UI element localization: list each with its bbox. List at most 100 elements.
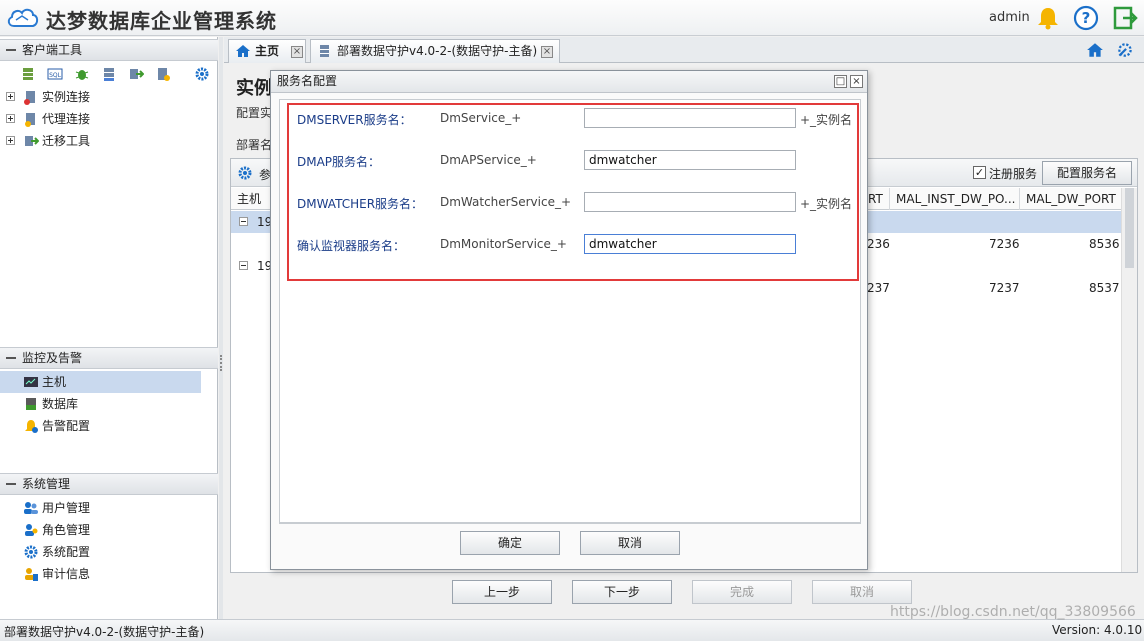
app-header: 达梦数据库企业管理系统 admin ? xyxy=(0,0,1144,36)
sql-icon[interactable]: SQL xyxy=(47,66,63,82)
tab-deploy-guard[interactable]: 部署数据守护v4.0-2-(数据守护-主备) × xyxy=(310,39,560,63)
close-icon[interactable]: × xyxy=(541,46,553,58)
home-icon xyxy=(236,45,250,57)
monitor-header[interactable]: 监控及告警 xyxy=(0,347,218,369)
expand-icon[interactable] xyxy=(6,136,15,145)
sidebar-item-label: 代理连接 xyxy=(42,112,91,126)
sidebar-item-agent-connect[interactable]: 代理连接 xyxy=(0,108,218,130)
column-host[interactable]: 主机 xyxy=(231,188,271,210)
instance-icon xyxy=(24,91,35,105)
sidebar-item-host[interactable]: 主机 xyxy=(0,371,201,393)
panel-splitter[interactable] xyxy=(219,37,223,619)
sidebar-item-label: 实例连接 xyxy=(42,90,91,104)
dmserver-service-input[interactable] xyxy=(584,108,796,128)
monitor-label: 确认监视器服务名： xyxy=(297,239,406,253)
home-icon[interactable] xyxy=(1086,41,1104,59)
next-step-button[interactable]: 下一步 xyxy=(572,580,672,604)
column-dw-port[interactable]: MAL_DW_PORT xyxy=(1019,188,1123,210)
database-icon xyxy=(26,398,36,410)
splitter-grip[interactable] xyxy=(220,355,222,371)
deploy-icon xyxy=(320,45,329,57)
dmserver-suffix: +_实例名 xyxy=(800,113,853,127)
column-inst-dw-port[interactable]: MAL_INST_DW_PO... xyxy=(889,188,1019,210)
collapse-icon[interactable] xyxy=(239,217,248,226)
maximize-icon[interactable]: □ xyxy=(834,75,847,88)
server-icon[interactable] xyxy=(101,66,117,82)
dmwatcher-service-input[interactable] xyxy=(584,192,796,212)
sidebar-item-instance-connect[interactable]: 实例连接 xyxy=(0,86,218,108)
collapse-icon[interactable] xyxy=(239,261,248,270)
version-label: Version: 4.0.10 xyxy=(1052,623,1143,637)
ok-button[interactable]: 确定 xyxy=(460,531,560,555)
tab-home[interactable]: 主页 × xyxy=(228,39,306,63)
client-tools-header[interactable]: 客户端工具 xyxy=(0,39,218,61)
collapse-icon[interactable] xyxy=(6,49,16,51)
db-tool-icon[interactable] xyxy=(155,66,171,82)
watermark: https://blog.csdn.net/qq_33809566 xyxy=(890,604,1136,620)
sidebar-item-migrate-tool[interactable]: 迁移工具 xyxy=(0,130,218,152)
user-name[interactable]: admin xyxy=(989,10,1030,25)
gear-icon xyxy=(24,545,38,559)
finish-button[interactable]: 完成 xyxy=(692,580,792,604)
cancel-button[interactable]: 取消 xyxy=(812,580,912,604)
sidebar-item-label: 主机 xyxy=(42,375,67,389)
dialog-cancel-button[interactable]: 取消 xyxy=(580,531,680,555)
alarm-icon xyxy=(25,420,38,433)
tab-label: 主页 xyxy=(255,44,280,58)
dmserver-label: DMSERVER服务名： xyxy=(297,113,412,127)
checkbox-checked-icon[interactable]: ✓ xyxy=(973,166,986,179)
scrollbar-thumb[interactable] xyxy=(1125,188,1134,268)
app-title: 达梦数据库企业管理系统 xyxy=(46,9,277,33)
gear-icon[interactable] xyxy=(194,66,210,82)
sidebar-item-alarm-config[interactable]: 告警配置 xyxy=(0,415,218,437)
system-title: 系统管理 xyxy=(22,477,71,491)
role-icon xyxy=(25,524,38,536)
sidebar-item-system-config[interactable]: 系统配置 xyxy=(0,541,218,563)
page-subtitle: 配置实 xyxy=(236,106,273,120)
bug-icon[interactable] xyxy=(74,66,90,82)
audit-icon xyxy=(25,568,38,581)
db-icon[interactable] xyxy=(20,66,36,82)
deploy-name-label: 部署名 xyxy=(236,138,273,152)
page-title: 实例 xyxy=(236,78,272,99)
sidebar-item-label: 迁移工具 xyxy=(42,134,91,148)
gear-icon xyxy=(238,166,252,180)
cell-rt: 237 xyxy=(867,281,890,295)
cloud-logo-icon xyxy=(7,8,39,27)
bell-icon[interactable] xyxy=(1035,5,1061,31)
monitor-service-input[interactable] xyxy=(584,234,796,254)
sidebar-item-user-mgmt[interactable]: 用户管理 xyxy=(0,497,218,519)
close-icon[interactable]: × xyxy=(291,46,303,58)
sidebar-item-role-mgmt[interactable]: 角色管理 xyxy=(0,519,218,541)
expand-icon[interactable] xyxy=(6,114,15,123)
agent-icon xyxy=(25,113,35,127)
collapse-icon[interactable] xyxy=(6,357,16,359)
collapse-icon[interactable] xyxy=(6,483,16,485)
monitor-title: 监控及告警 xyxy=(22,351,83,365)
monitor-prefix: DmMonitorService_+ xyxy=(440,237,567,251)
svg-text:SQL: SQL xyxy=(49,72,62,79)
sidebar-item-label: 告警配置 xyxy=(42,419,91,433)
help-icon[interactable]: ? xyxy=(1073,5,1099,31)
dmap-prefix: DmAPService_+ xyxy=(440,153,537,167)
sidebar-item-audit-info[interactable]: 审计信息 xyxy=(0,563,218,585)
dmserver-prefix: DmService_+ xyxy=(440,111,522,125)
expand-icon[interactable] xyxy=(6,92,15,101)
exit-icon[interactable] xyxy=(1112,5,1138,31)
settings-tool-icon[interactable] xyxy=(1116,41,1134,59)
vertical-scrollbar[interactable] xyxy=(1121,188,1137,572)
status-bar: 部署数据守护v4.0-2-(数据守护-主备) Version: 4.0.10 xyxy=(0,619,1144,641)
column-rt[interactable]: RT xyxy=(865,188,889,210)
dmap-service-input[interactable] xyxy=(584,150,796,170)
migrate-icon[interactable] xyxy=(128,66,144,82)
sidebar-item-database[interactable]: 数据库 xyxy=(0,393,218,415)
sidebar-item-label: 审计信息 xyxy=(42,567,91,581)
prev-step-button[interactable]: 上一步 xyxy=(452,580,552,604)
dmwatcher-label: DMWATCHER服务名： xyxy=(297,197,424,211)
close-icon[interactable]: × xyxy=(850,75,863,88)
config-service-name-button[interactable]: 配置服务名 xyxy=(1042,161,1132,185)
left-panel: 客户端工具 SQL 实例连接 代理连接 迁移工具 监控及告警 主机 数据库 告警… xyxy=(0,37,218,619)
system-header[interactable]: 系统管理 xyxy=(0,473,218,495)
migrate-icon xyxy=(25,136,39,146)
dialog-divider xyxy=(279,523,861,524)
